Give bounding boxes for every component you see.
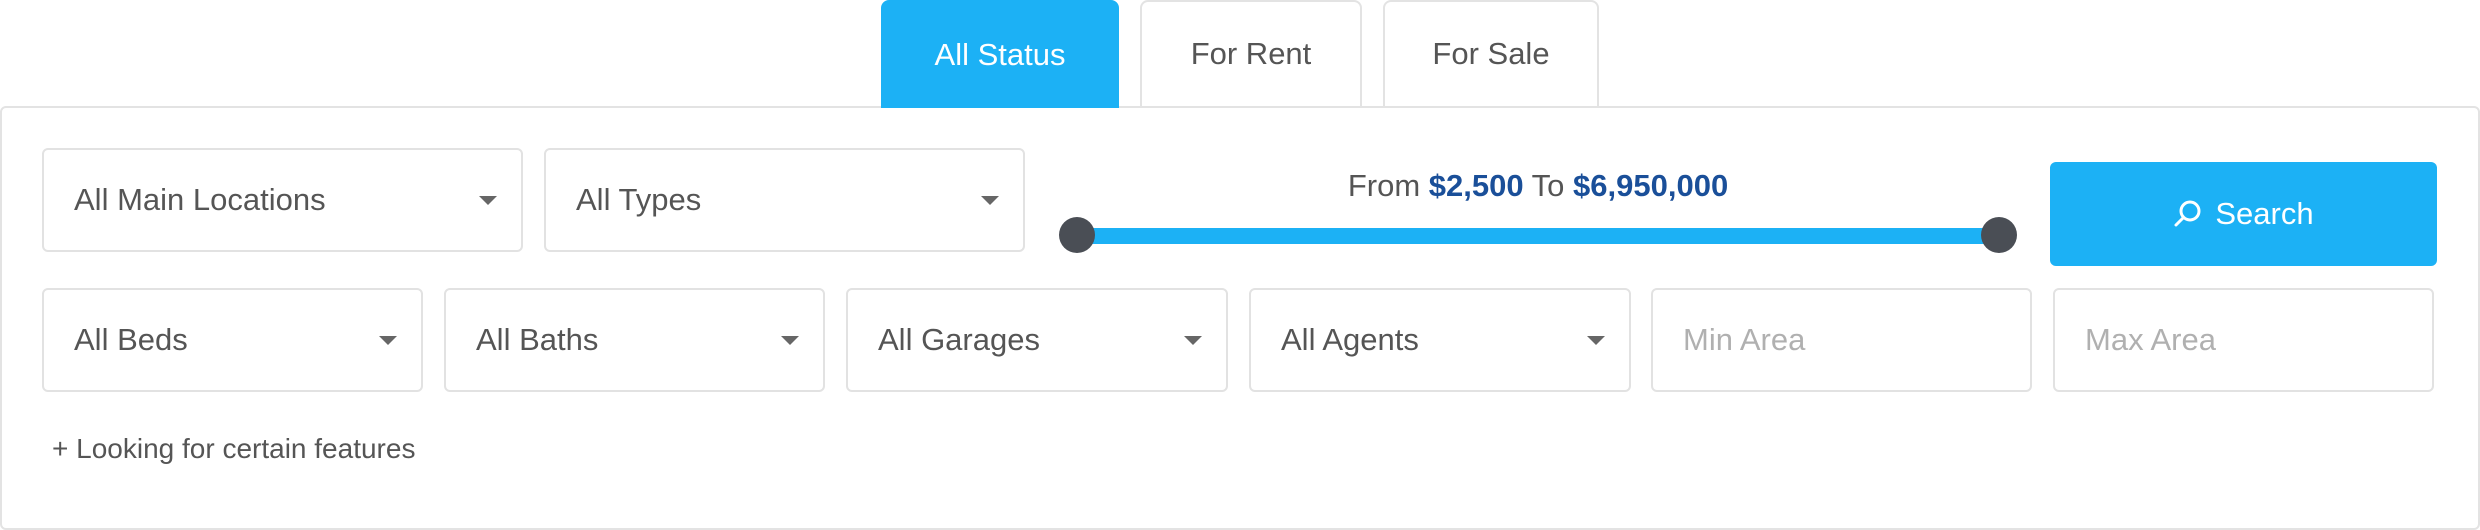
chevron-down-icon bbox=[379, 336, 397, 345]
status-tabs: All Status For Rent For Sale bbox=[0, 0, 2480, 108]
price-max-handle[interactable] bbox=[1981, 217, 2017, 253]
price-range-label: From $2,500 To $6,950,000 bbox=[1078, 168, 1998, 204]
tab-all-status[interactable]: All Status bbox=[881, 0, 1119, 108]
chevron-down-icon bbox=[1184, 336, 1202, 345]
tab-label: For Rent bbox=[1190, 36, 1312, 71]
price-min-value: $2,500 bbox=[1428, 168, 1524, 203]
beds-select[interactable]: All Beds bbox=[42, 288, 423, 392]
tab-for-sale[interactable]: For Sale bbox=[1383, 0, 1599, 106]
price-to-label: To bbox=[1531, 168, 1565, 203]
chevron-down-icon bbox=[781, 336, 799, 345]
location-select-value: All Main Locations bbox=[74, 182, 326, 217]
search-button[interactable]: Search bbox=[2050, 162, 2437, 266]
baths-select-value: All Baths bbox=[476, 322, 599, 357]
price-min-handle[interactable] bbox=[1059, 217, 1095, 253]
garages-select[interactable]: All Garages bbox=[846, 288, 1228, 392]
agents-select-value: All Agents bbox=[1281, 322, 1419, 357]
price-max-value: $6,950,000 bbox=[1573, 168, 1729, 203]
tab-for-rent[interactable]: For Rent bbox=[1140, 0, 1362, 106]
type-select[interactable]: All Types bbox=[544, 148, 1025, 252]
search-icon bbox=[2174, 200, 2201, 227]
type-select-value: All Types bbox=[576, 182, 702, 217]
chevron-down-icon bbox=[479, 196, 497, 205]
chevron-down-icon bbox=[981, 196, 999, 205]
features-toggle-link[interactable]: + Looking for certain features bbox=[52, 433, 415, 465]
baths-select[interactable]: All Baths bbox=[444, 288, 825, 392]
beds-select-value: All Beds bbox=[74, 322, 188, 357]
min-area-input[interactable] bbox=[1651, 288, 2032, 392]
agents-select[interactable]: All Agents bbox=[1249, 288, 1631, 392]
price-slider-track[interactable] bbox=[1077, 228, 1999, 244]
max-area-input[interactable] bbox=[2053, 288, 2434, 392]
garages-select-value: All Garages bbox=[878, 322, 1040, 357]
chevron-down-icon bbox=[1587, 336, 1605, 345]
tab-label: For Sale bbox=[1432, 36, 1550, 71]
search-button-label: Search bbox=[2215, 196, 2314, 231]
location-select[interactable]: All Main Locations bbox=[42, 148, 523, 252]
tab-label: All Status bbox=[934, 37, 1066, 72]
price-from-label: From bbox=[1347, 168, 1421, 203]
